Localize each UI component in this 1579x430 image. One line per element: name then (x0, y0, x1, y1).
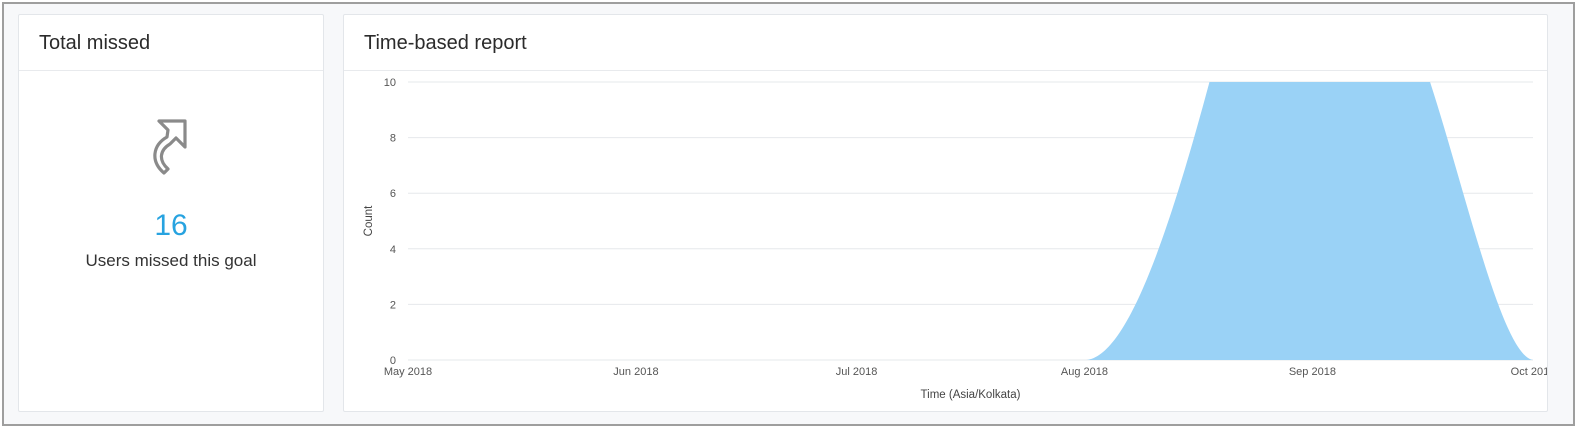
x-axis-ticks: May 2018 Jun 2018 Jul 2018 Aug 2018 Sep 2018… (384, 366, 1547, 378)
total-missed-title: Total missed (19, 15, 323, 71)
x-tick-label: Jul 2018 (836, 366, 878, 378)
x-tick-label: Oct 2018 (1511, 366, 1547, 378)
time-report-card: Time-based report 0 2 4 6 8 10 May 2018 Jun 20… (343, 14, 1548, 412)
x-tick-label: Sep 2018 (1289, 366, 1336, 378)
x-tick-label: Aug 2018 (1061, 366, 1108, 378)
chart-area-layer (408, 82, 1533, 360)
y-axis-title: Count (363, 205, 375, 236)
x-axis-title: Time (Asia/Kolkata) (921, 389, 1021, 401)
share-icon (145, 117, 201, 181)
y-tick-label: 4 (390, 244, 396, 256)
dashboard-frame: Total missed 16 Users missed this goal T… (2, 2, 1575, 426)
total-missed-body: 16 Users missed this goal (19, 71, 323, 411)
y-tick-label: 2 (390, 299, 396, 311)
missed-count: 16 (154, 209, 188, 242)
time-report-chart: 0246810 May 2018 Jun 2018 Jul 2018 Aug 2018… (363, 77, 1547, 401)
total-missed-card: Total missed 16 Users missed this goal (18, 14, 324, 412)
area-series (408, 82, 1533, 360)
x-tick-label: Jun 2018 (613, 366, 658, 378)
y-tick-label: 6 (390, 188, 396, 200)
x-tick-label: May 2018 (384, 366, 432, 378)
y-tick-label: 10 (384, 77, 396, 89)
y-axis-ticks: 0246810 (384, 77, 396, 367)
time-report-title: Time-based report (344, 15, 1547, 71)
y-tick-label: 8 (390, 133, 396, 145)
missed-label: Users missed this goal (85, 251, 257, 270)
